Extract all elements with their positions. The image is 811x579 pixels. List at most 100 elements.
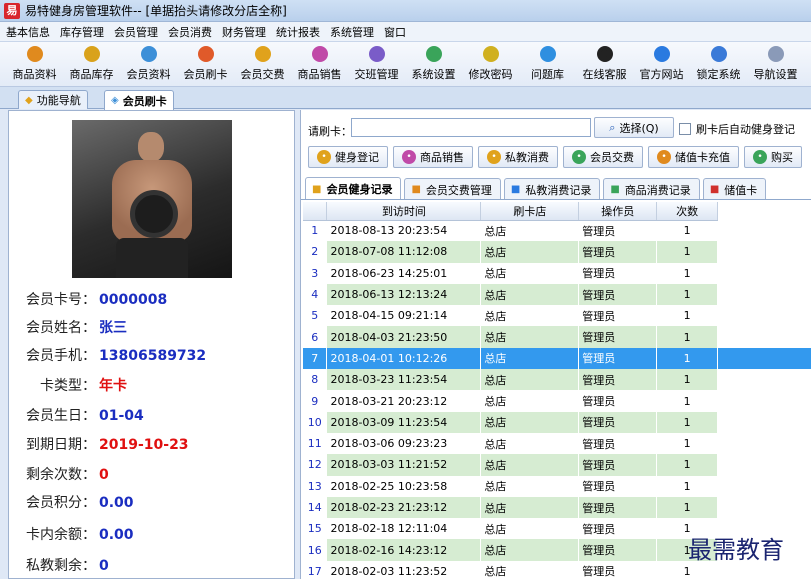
cell-store: 总店	[480, 539, 580, 561]
table-row[interactable]: 2 2018-07-08 11:12:08 总店 管理员 1	[303, 241, 811, 263]
menu-reports[interactable]: 统计报表	[276, 24, 320, 40]
member-balance: 卡内余额： 0.00	[26, 527, 134, 543]
watermark-text: 最需教育	[688, 536, 784, 564]
toolbar-label: 会员交费	[240, 68, 285, 81]
toolbar-button-4[interactable]: ● 会员刷卡	[177, 42, 234, 86]
toolbar-label: 导航设置	[753, 68, 798, 81]
action-button-6[interactable]: • 购买	[744, 146, 802, 168]
toolbar-button-1[interactable]: ● 商品资料	[6, 42, 63, 86]
cell-visit-time: 2018-08-13 20:23:54	[326, 220, 482, 242]
record-tab-4[interactable]: ■ 商品消费记录	[603, 178, 700, 199]
toolbar-button-8[interactable]: ● 系统设置	[405, 42, 462, 86]
column-header-visit-time[interactable]: 到访时间	[326, 202, 482, 221]
row-number: 10	[303, 411, 328, 433]
row-number: 3	[303, 262, 328, 284]
toolbar-button-10[interactable]: ● 问题库	[519, 42, 576, 86]
table-row[interactable]: 9 2018-03-21 20:23:12 总店 管理员 1	[303, 390, 811, 412]
table-row[interactable]: 11 2018-03-06 09:23:23 总店 管理员 1	[303, 432, 811, 455]
browser-icon: ●	[653, 46, 670, 62]
toolbar-button-12[interactable]: ● 官方网站	[633, 42, 690, 86]
record-tab-icon: ■	[709, 184, 720, 195]
record-tab-icon: ■	[510, 184, 521, 195]
action-button-5[interactable]: • 储值卡充值	[648, 146, 739, 168]
settings-icon: ●	[425, 46, 442, 62]
menu-member-consumption[interactable]: 会员消费	[168, 24, 212, 40]
column-header-operator[interactable]: 操作员	[578, 202, 658, 221]
tab-function-nav[interactable]: ◆ 功能导航	[18, 90, 88, 109]
row-filler	[717, 220, 811, 242]
record-tab-3[interactable]: ■ 私教消费记录	[503, 178, 601, 199]
toolbar-button-13[interactable]: ● 锁定系统	[690, 42, 747, 86]
table-row[interactable]: 3 2018-06-23 14:25:01 总店 管理员 1	[303, 262, 811, 284]
table-row[interactable]: 4 2018-06-13 12:13:24 总店 管理员 1	[303, 283, 811, 306]
toolbar-button-3[interactable]: ● 会员资料	[120, 42, 177, 86]
auto-checkin-option[interactable]: 刷卡后自动健身登记	[679, 121, 795, 137]
column-header-count[interactable]: 次数	[656, 202, 719, 221]
toolbar-button-11[interactable]: ● 在线客服	[576, 42, 633, 86]
toolbar-button-6[interactable]: ● 商品销售	[291, 42, 348, 86]
table-row[interactable]: 12 2018-03-03 11:21:52 总店 管理员 1	[303, 454, 811, 476]
warehouse-icon: ●	[83, 46, 100, 62]
table-row[interactable]: 6 2018-04-03 21:23:50 总店 管理员 1	[303, 326, 811, 348]
toolbar-button-9[interactable]: ● 修改密码	[462, 42, 519, 86]
tab-member-swipe[interactable]: ◈ 会员刷卡	[104, 90, 174, 110]
member-photo	[72, 120, 232, 278]
record-tab-5[interactable]: ■ 储值卡	[702, 178, 767, 199]
toolbar-button-14[interactable]: ● 导航设置	[747, 42, 804, 86]
row-filler	[717, 241, 811, 263]
table-row[interactable]: 7 2018-04-01 10:12:26 总店 管理员 1	[303, 347, 811, 370]
action-button-1[interactable]: • 健身登记	[308, 146, 388, 168]
toolbar-label: 问题库	[531, 68, 564, 81]
menu-finance[interactable]: 财务管理	[222, 24, 266, 40]
auto-checkin-checkbox[interactable]	[679, 123, 691, 135]
action-button-4[interactable]: • 会员交费	[563, 146, 643, 168]
payment-icon: ●	[254, 46, 271, 62]
header-filler	[717, 202, 811, 220]
card-number-input[interactable]	[351, 118, 591, 137]
table-row[interactable]: 5 2018-04-15 09:21:14 总店 管理员 1	[303, 305, 811, 327]
cell-store: 总店	[480, 518, 580, 540]
toolbar-button-7[interactable]: ● 交班管理	[348, 42, 405, 86]
row-number: 15	[303, 518, 328, 540]
column-header-store[interactable]: 刷卡店	[480, 202, 580, 221]
table-row[interactable]: 14 2018-02-23 21:23:12 总店 管理员 1	[303, 496, 811, 519]
menu-inventory[interactable]: 库存管理	[60, 24, 104, 40]
record-tab-1[interactable]: ■ 会员健身记录	[305, 177, 402, 199]
card-swipe-icon: ◈	[111, 95, 119, 106]
cell-count: 1	[656, 283, 719, 306]
cell-store: 总店	[480, 496, 580, 519]
cell-count: 1	[656, 432, 719, 455]
cell-visit-time: 2018-03-23 11:23:54	[326, 369, 482, 391]
row-filler	[717, 369, 811, 391]
action-label: 会员交费	[590, 151, 634, 164]
menu-system[interactable]: 系统管理	[330, 24, 374, 40]
toolbar-button-5[interactable]: ● 会员交费	[234, 42, 291, 86]
row-number: 5	[303, 305, 328, 327]
member-remaining-times: 剩余次数： 0	[26, 467, 109, 483]
visit-records-grid: 到访时间 刷卡店 操作员 次数 1 2018-08-13 20:23:54 总店 管理…	[303, 202, 811, 579]
table-row[interactable]: 8 2018-03-23 11:23:54 总店 管理员 1	[303, 369, 811, 391]
table-row[interactable]: 13 2018-02-25 10:23:58 总店 管理员 1	[303, 475, 811, 497]
cell-visit-time: 2018-02-16 14:23:12	[326, 539, 482, 561]
toolbar-button-2[interactable]: ● 商品库存	[63, 42, 120, 86]
card-input-label: 请刷卡：	[308, 125, 352, 138]
main-toolbar: ● 商品资料 ● 商品库存 ● 会员资料 ● 会员刷卡 ● 会员交费 ● 商品销售 ● 交班管理 ● 系统设置…	[0, 42, 811, 87]
menu-window[interactable]: 窗口	[384, 24, 406, 40]
app-logo-icon: 易	[4, 2, 20, 19]
select-button[interactable]: ⌕ 选择(Q)	[594, 117, 674, 138]
record-tab-2[interactable]: ■ 会员交费管理	[404, 178, 501, 199]
menu-basic-info[interactable]: 基本信息	[6, 24, 50, 40]
table-row[interactable]: 1 2018-08-13 20:23:54 总店 管理员 1	[303, 220, 811, 242]
menu-member[interactable]: 会员管理	[114, 24, 158, 40]
action-button-2[interactable]: • 商品销售	[393, 146, 473, 168]
handover-icon: ●	[368, 46, 385, 62]
action-button-3[interactable]: • 私教消费	[478, 146, 558, 168]
row-number: 11	[303, 432, 328, 455]
member-private-remaining: 私教剩余： 0	[26, 558, 109, 574]
lock-icon: ●	[710, 46, 727, 62]
cell-store: 总店	[480, 347, 580, 370]
cell-visit-time: 2018-04-01 10:12:26	[326, 347, 482, 370]
table-row[interactable]: 10 2018-03-09 11:23:54 总店 管理员 1	[303, 411, 811, 433]
cell-count: 1	[656, 326, 719, 348]
cell-visit-time: 2018-04-03 21:23:50	[326, 326, 482, 348]
